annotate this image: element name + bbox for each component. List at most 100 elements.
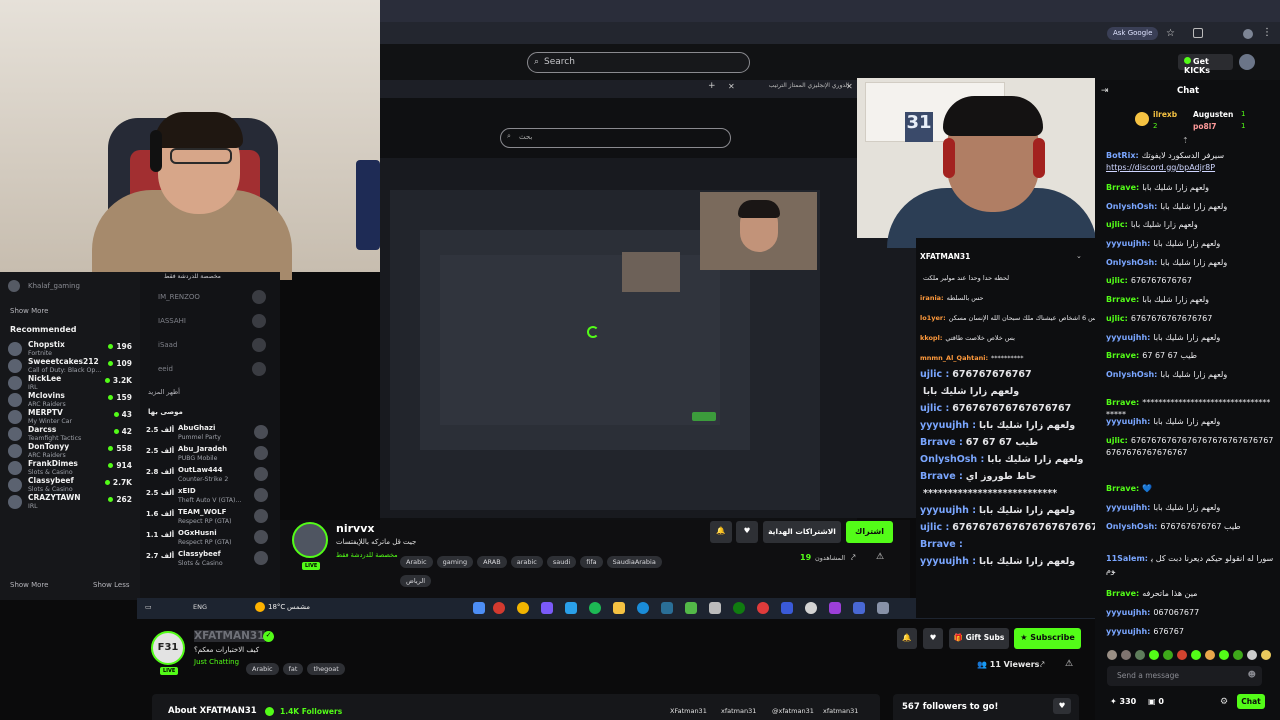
chat-username[interactable]: yyyuujhh: — [1106, 627, 1150, 636]
sidebar-recommended-item[interactable]: Classybeef Slots & Casino 2.7K — [8, 476, 132, 493]
taskbar-app-icon[interactable] — [829, 602, 841, 614]
discord-icon[interactable] — [541, 602, 553, 614]
chat-username[interactable]: yyyuujhh: — [1106, 239, 1150, 248]
spotify-icon[interactable] — [589, 602, 601, 614]
edge-icon[interactable] — [637, 602, 649, 614]
emote-icon[interactable] — [1121, 650, 1131, 660]
chat-link[interactable]: https://discord.gg/bpAdjr8P — [1106, 163, 1215, 172]
sidebar-recommended-item[interactable]: CRAZYTAWN IRL 262 — [8, 493, 132, 510]
emote-icon[interactable] — [1163, 650, 1173, 660]
sidebar-item-khalaf[interactable]: Khalaf_gaming — [8, 280, 138, 294]
tag[interactable]: fat — [282, 663, 304, 675]
search-input[interactable]: ⌕ Search — [527, 52, 750, 73]
taskbar-app-icon[interactable] — [757, 602, 769, 614]
emote-icon[interactable] — [1177, 650, 1187, 660]
folder-icon[interactable] — [613, 602, 625, 614]
chat-username[interactable]: Brrave: — [1106, 295, 1139, 304]
follow-heart-button[interactable]: ♥ — [736, 521, 758, 543]
chat-username[interactable]: ujlic: — [1106, 276, 1128, 285]
taskbar-app-icon[interactable] — [473, 602, 485, 614]
chat-username[interactable]: Brrave: — [1106, 183, 1139, 192]
menu-kebab-icon[interactable]: ⋮ — [1262, 27, 1272, 38]
sidebar-recommended-item[interactable]: NickLee IRL 3.2K — [8, 374, 132, 391]
settings-icon[interactable] — [805, 602, 817, 614]
profile-icon[interactable] — [1243, 29, 1253, 39]
chat-username[interactable]: OnlyshOsh: — [1106, 202, 1157, 211]
extensions-icon[interactable] — [1193, 28, 1203, 38]
sidebar-recommended-item[interactable]: Darcss Teamfight Tactics 42 — [8, 425, 132, 442]
taskbar-app-icon[interactable] — [493, 602, 505, 614]
stream-category[interactable]: Just Chatting — [194, 658, 239, 666]
calculator-icon[interactable] — [709, 602, 721, 614]
chat-username[interactable]: OnlyshOsh: — [1106, 370, 1157, 379]
chat-input[interactable]: Send a message ☻ — [1107, 666, 1262, 686]
tag[interactable]: arabic — [510, 556, 543, 568]
tag[interactable]: Arabic — [400, 556, 433, 568]
tag[interactable]: fifa — [580, 556, 603, 568]
follow-heart-button[interactable]: ♥ — [923, 628, 943, 649]
user-avatar[interactable] — [1239, 54, 1255, 70]
get-kicks-button[interactable]: Get KICKs — [1178, 54, 1233, 75]
points-display[interactable]: ✦ 330 — [1110, 697, 1136, 706]
chrome-icon[interactable] — [517, 602, 529, 614]
emote-icon[interactable] — [1107, 650, 1117, 660]
sidebar-recommended-item[interactable]: Sweeetcakes212 Call of Duty: Black Op... 1… — [8, 357, 132, 374]
chat-username[interactable]: OnlyshOsh: — [1106, 258, 1157, 267]
tag[interactable]: الرياض — [400, 575, 432, 587]
notification-button[interactable]: 🔔 — [897, 628, 917, 649]
telegram-icon[interactable] — [565, 602, 577, 614]
tag[interactable]: Arabic — [246, 663, 279, 675]
chat-username[interactable]: OnlyshOsh: — [1106, 522, 1157, 531]
emote-icon[interactable] — [1205, 650, 1215, 660]
show-more-bottom-link[interactable]: Show More — [10, 581, 48, 589]
sidebar-recommended-item[interactable]: Mclovins ARC Raiders 159 — [8, 391, 132, 408]
channel-name[interactable]: XFATMAN31 — [194, 630, 265, 642]
subscribe-button[interactable]: ★ Subscribe — [1014, 628, 1081, 649]
sidebar-recommended-item[interactable]: Chopstix Fortnite 196 — [8, 340, 132, 357]
report-icon[interactable]: ⚠ — [876, 552, 884, 562]
show-less-link[interactable]: Show Less — [93, 581, 130, 589]
report-icon[interactable]: ⚠ — [1065, 659, 1073, 669]
social-link[interactable]: XFatman31 — [670, 707, 707, 715]
emote-icon[interactable] — [1149, 650, 1159, 660]
chat-username[interactable]: yyyuujhh: — [1106, 333, 1150, 342]
chat-username[interactable]: ujlic: — [1106, 314, 1128, 323]
tag[interactable]: ARAB — [477, 556, 507, 568]
chat-username[interactable]: Brrave: — [1106, 589, 1139, 598]
emote-icon[interactable] — [1219, 650, 1229, 660]
xbox-icon[interactable] — [733, 602, 745, 614]
heart-icon[interactable]: ♥ — [1053, 698, 1071, 714]
chat-username[interactable]: Brrave: — [1106, 484, 1139, 493]
chat-username[interactable]: Brrave: — [1106, 351, 1139, 360]
emote-icon[interactable] — [1191, 650, 1201, 660]
sidebar-recommended-item[interactable]: MERPTV My Winter Car 43 — [8, 408, 132, 425]
tag[interactable]: thegoat — [307, 663, 345, 675]
gift-subs-button[interactable]: 🎁 Gift Subs — [949, 628, 1009, 649]
tag[interactable]: saudi — [546, 556, 577, 568]
emoji-icon[interactable]: ☻ — [1248, 670, 1256, 679]
social-link[interactable]: xfatman31 — [721, 707, 756, 715]
tag[interactable]: SaudiaArabia — [606, 556, 662, 568]
collapse-chat-icon[interactable]: ⇥ — [1101, 86, 1109, 96]
taskbar-app-icon[interactable] — [661, 602, 673, 614]
notification-button[interactable]: 🔔 — [710, 521, 732, 543]
stream-category[interactable]: مخصصة للدردشة فقط — [336, 551, 398, 559]
show-more-link[interactable]: Show More — [10, 307, 48, 315]
chat-username[interactable]: yyyuujhh: — [1106, 608, 1150, 617]
tag[interactable]: gaming — [436, 556, 474, 568]
social-link[interactable]: @xfatman31 — [772, 707, 814, 715]
taskbar-app-icon[interactable] — [877, 602, 889, 614]
sidebar-recommended-item[interactable]: FrankDimes Slots & Casino 914 — [8, 459, 132, 476]
emote-icon[interactable] — [1135, 650, 1145, 660]
chat-settings-icon[interactable]: ⚙ — [1220, 697, 1228, 707]
chat-username[interactable]: 11Salem: — [1106, 554, 1148, 563]
channel-name[interactable]: nirvvx — [336, 522, 374, 535]
chat-username[interactable]: BotRix: — [1106, 151, 1139, 160]
kicks-display[interactable]: ▣ 0 — [1148, 697, 1164, 706]
taskbar-app-icon[interactable] — [685, 602, 697, 614]
chat-username[interactable]: ujlic: — [1106, 436, 1128, 445]
sidebar-recommended-item[interactable]: DonTonyy ARC Raiders 558 — [8, 442, 132, 459]
share-icon[interactable]: ⤤ — [1040, 660, 1045, 670]
star-icon[interactable]: ☆ — [1166, 28, 1175, 39]
subscribe-button[interactable]: اشتراك — [846, 521, 893, 543]
